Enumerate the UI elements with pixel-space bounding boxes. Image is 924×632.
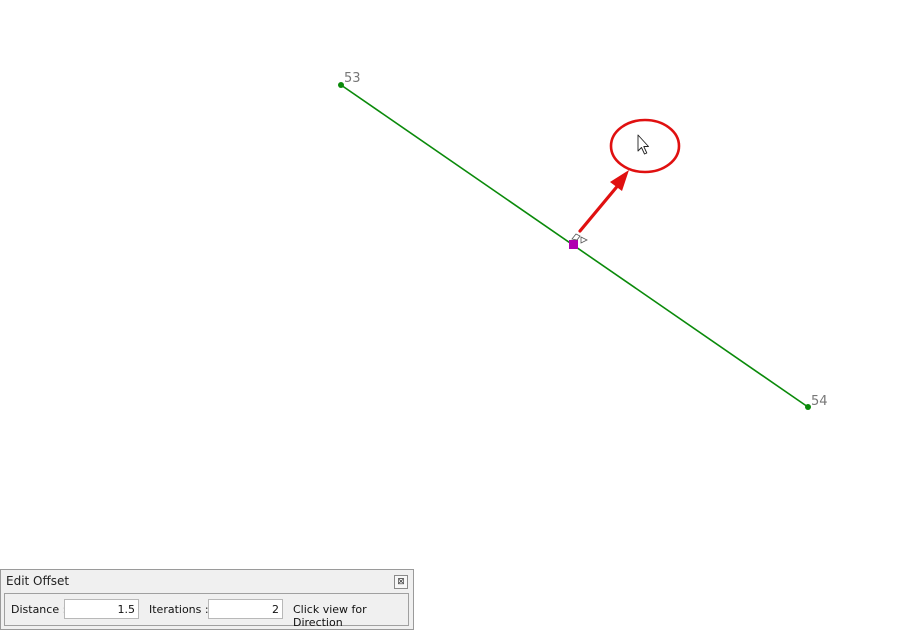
drawing-view[interactable]: 53 54 bbox=[0, 0, 924, 632]
iterations-input[interactable] bbox=[208, 599, 283, 619]
panel-body: Distance : Iterations : Click view for D… bbox=[4, 593, 409, 629]
point-54-label: 54 bbox=[811, 394, 828, 409]
close-icon[interactable]: ⊠ bbox=[394, 575, 408, 589]
midpoint-grip[interactable] bbox=[569, 240, 578, 249]
panel-title: Edit Offset bbox=[6, 574, 70, 588]
mouse-pointer-icon bbox=[637, 134, 649, 155]
distance-input[interactable] bbox=[64, 599, 139, 619]
point-53-label: 53 bbox=[344, 71, 361, 86]
direction-arrow bbox=[578, 181, 622, 233]
edit-offset-panel: Edit Offset ⊠ Distance : Iterations : Cl… bbox=[0, 569, 414, 630]
iterations-label: Iterations : bbox=[149, 603, 209, 616]
distance-label: Distance : bbox=[11, 603, 67, 616]
direction-arrow-head bbox=[610, 170, 629, 191]
direction-hint: Click view for Direction bbox=[293, 603, 367, 629]
